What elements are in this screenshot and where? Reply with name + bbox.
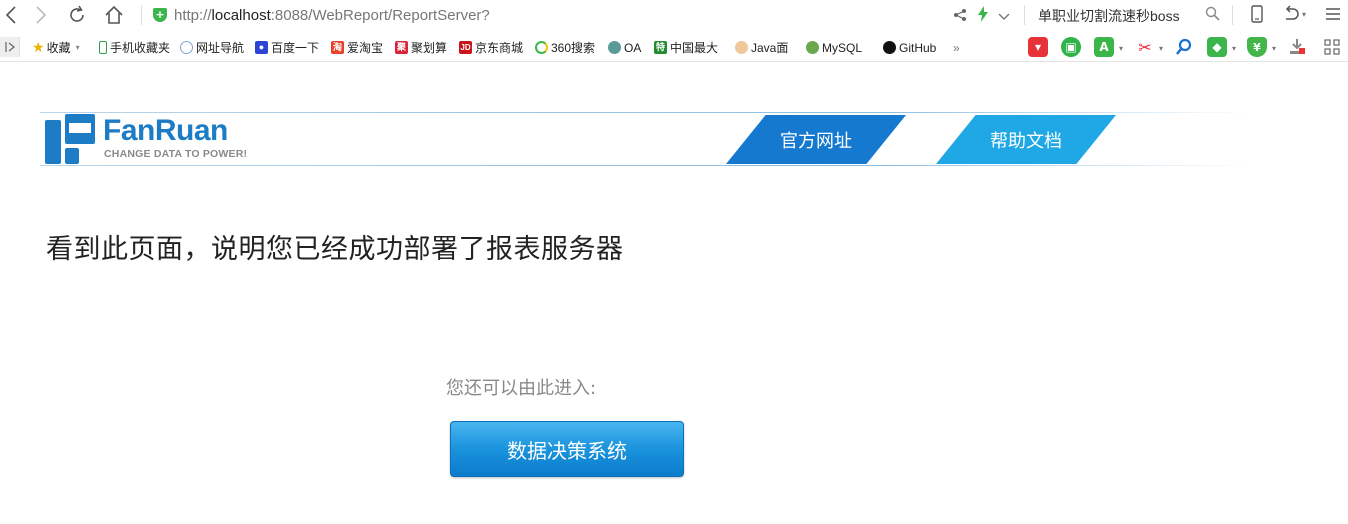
banner-bottom-line bbox=[40, 165, 1250, 166]
bookmark-web-nav[interactable]: 网址导航 bbox=[180, 39, 244, 56]
brand-name: FanRuan bbox=[103, 114, 228, 147]
bookmark-juhuasuan[interactable]: 聚 聚划算 bbox=[395, 39, 447, 56]
refresh-icon bbox=[70, 5, 84, 22]
undo-icon[interactable] bbox=[1282, 5, 1300, 27]
phone-icon bbox=[99, 41, 107, 54]
person-icon bbox=[735, 41, 748, 54]
official-site-tab[interactable]: 官方网址 bbox=[726, 115, 906, 164]
chevron-down-icon[interactable]: ▾ bbox=[1159, 44, 1163, 53]
address-bar: + http://localhost:8088/WebReport/Report… bbox=[0, 0, 1348, 30]
search-suggestion[interactable]: 单职业切割流速秒boss bbox=[1038, 6, 1180, 26]
chevron-down-icon: ▾ bbox=[75, 43, 80, 52]
security-shield-icon: + bbox=[153, 8, 167, 22]
back-button[interactable] bbox=[0, 4, 22, 26]
bookmark-jd[interactable]: JD 京东商城 bbox=[459, 39, 523, 56]
green-book-icon[interactable]: ▣ bbox=[1061, 37, 1081, 57]
bookmark-mysql[interactable]: MySQL bbox=[806, 39, 862, 56]
gamepad-icon[interactable]: ◆ bbox=[1207, 37, 1227, 57]
divider bbox=[141, 5, 142, 25]
sidebar-toggle-icon bbox=[4, 42, 15, 52]
apps-grid-icon[interactable] bbox=[1322, 37, 1342, 57]
scissors-icon[interactable]: ✂ bbox=[1135, 37, 1155, 57]
undo-dropdown-caret-icon[interactable]: ▾ bbox=[1302, 10, 1306, 19]
back-arrow-icon bbox=[5, 6, 16, 24]
sidebar-toggle-button[interactable] bbox=[0, 37, 20, 57]
divider bbox=[1024, 5, 1025, 25]
magnifier-icon[interactable] bbox=[1174, 37, 1194, 57]
jd-icon: JD bbox=[459, 41, 472, 54]
search-icon[interactable] bbox=[1205, 6, 1220, 25]
header-banner: FanRuan CHANGE DATA TO POWER! 官方网址 帮助文档 bbox=[40, 112, 1250, 166]
home-icon bbox=[105, 5, 123, 24]
home-button[interactable] bbox=[103, 4, 125, 26]
chevron-down-icon[interactable]: ▾ bbox=[1232, 44, 1236, 53]
globe-icon bbox=[180, 41, 193, 54]
help-docs-tab[interactable]: 帮助文档 bbox=[936, 115, 1116, 164]
lightning-icon[interactable] bbox=[977, 6, 989, 26]
bookmark-favorites[interactable]: ★ 收藏 ▾ bbox=[32, 39, 80, 56]
baidu-paw-icon: ● bbox=[255, 41, 268, 54]
mobile-icon[interactable] bbox=[1251, 5, 1263, 27]
brand-tagline: CHANGE DATA TO POWER! bbox=[104, 148, 248, 160]
shopping-bag-icon[interactable]: ▾ bbox=[1028, 37, 1048, 57]
forward-button[interactable] bbox=[30, 4, 52, 26]
bookmark-oa[interactable]: OA bbox=[608, 39, 641, 56]
shield-yen-icon[interactable]: ¥ bbox=[1247, 37, 1267, 57]
forward-arrow-icon bbox=[36, 6, 47, 24]
star-icon: ★ bbox=[32, 39, 45, 55]
share-icon[interactable] bbox=[953, 7, 967, 26]
bookmark-china-largest[interactable]: 特 中国最大 bbox=[654, 39, 718, 56]
juhuasuan-icon: 聚 bbox=[395, 41, 408, 54]
chevron-down-icon[interactable]: ▾ bbox=[1119, 44, 1123, 53]
refresh-button[interactable] bbox=[66, 4, 88, 26]
te-icon: 特 bbox=[654, 41, 667, 54]
translate-icon[interactable]: A bbox=[1094, 37, 1114, 57]
decision-system-button[interactable]: 数据决策系统 bbox=[450, 421, 684, 477]
divider bbox=[1232, 5, 1233, 25]
bookmark-github[interactable]: GitHub bbox=[883, 39, 936, 56]
oa-icon bbox=[608, 41, 621, 54]
bookmark-360-search[interactable]: 360搜索 bbox=[535, 39, 595, 56]
url-text: http://localhost:8088/WebReport/ReportSe… bbox=[174, 6, 490, 24]
taobao-icon: 淘 bbox=[331, 41, 344, 54]
bookmark-taobao[interactable]: 淘 爱淘宝 bbox=[331, 39, 383, 56]
github-icon bbox=[883, 41, 896, 54]
url-field[interactable]: + http://localhost:8088/WebReport/Report… bbox=[144, 4, 490, 26]
bookmark-java[interactable]: Java面 bbox=[735, 39, 788, 56]
chevron-down-icon[interactable] bbox=[998, 7, 1010, 26]
bookmark-baidu[interactable]: ● 百度一下 bbox=[255, 39, 319, 56]
more-bookmarks-icon[interactable]: » bbox=[953, 39, 960, 56]
bookmark-mobile-favorites[interactable]: 手机收藏夹 bbox=[99, 39, 170, 56]
menu-icon[interactable] bbox=[1325, 6, 1341, 26]
mysql-icon bbox=[806, 41, 819, 54]
360-search-icon bbox=[535, 41, 548, 54]
download-icon[interactable] bbox=[1287, 37, 1307, 57]
enter-prompt: 您还可以由此进入: bbox=[446, 378, 597, 399]
banner-top-line bbox=[40, 112, 1250, 113]
fanruan-logo-icon bbox=[45, 114, 95, 164]
chevron-down-icon[interactable]: ▾ bbox=[1272, 44, 1276, 53]
page-headline: 看到此页面，说明您已经成功部署了报表服务器 bbox=[46, 234, 624, 265]
